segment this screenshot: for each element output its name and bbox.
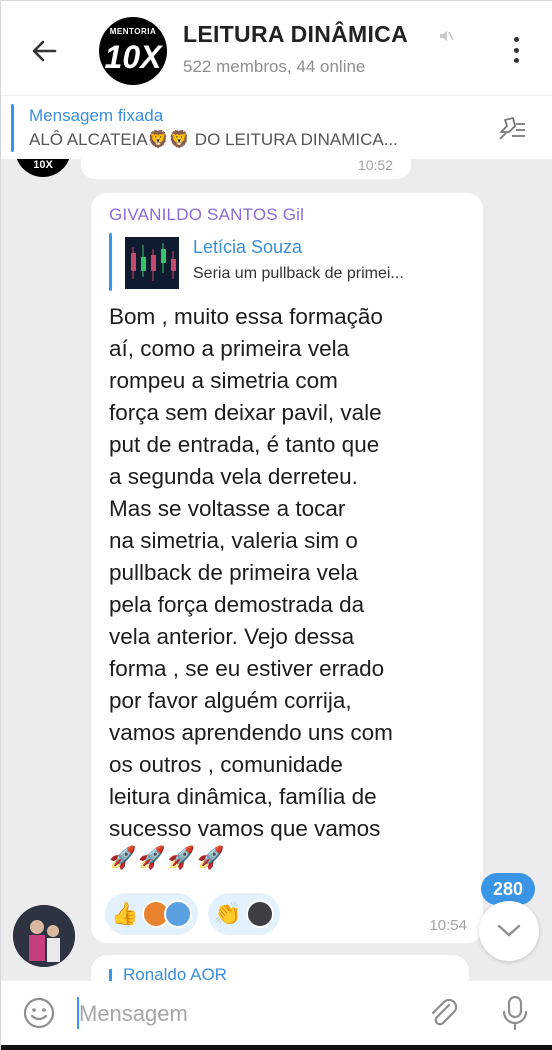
app-frame: MENTORIA 10X LEITURA DINÂMICA 522 membro…	[0, 0, 552, 1050]
reply-thumbnail	[125, 237, 179, 289]
previous-message-time: 10:52	[357, 159, 393, 173]
reaction-clap[interactable]: 👏	[208, 893, 280, 935]
reactions-row: 👍 👏	[105, 893, 280, 935]
pinned-title: Mensagem fixada	[29, 106, 164, 125]
message-rockets: 🚀🚀🚀🚀	[109, 845, 227, 870]
chevron-down-icon	[497, 924, 521, 937]
bottom-edge	[1, 1045, 552, 1050]
avatar-brand-top: MENTORIA	[109, 27, 157, 36]
microphone-icon[interactable]	[497, 993, 533, 1033]
reactor-avatar	[245, 900, 274, 928]
reactor-avatar	[164, 900, 193, 928]
next-reply-indicator	[109, 969, 112, 981]
reply-indicator	[109, 233, 112, 291]
reaction-thumbs-up[interactable]: 👍	[105, 893, 199, 935]
emoji-icon[interactable]	[21, 995, 57, 1031]
menu-dot-icon	[513, 47, 519, 53]
reply-preview[interactable]: Letícia Souza Seria um pullback de prime…	[109, 233, 469, 291]
mute-icon	[440, 31, 454, 41]
candlestick-chart-thumbnail	[125, 237, 179, 289]
back-button[interactable]	[21, 31, 67, 71]
group-avatar[interactable]: MENTORIA 10X	[99, 17, 167, 85]
chat-area[interactable]: 10X 10:52 GIVANILDO SANTOS Gil Letícia S…	[1, 159, 552, 981]
next-message-bubble[interactable]: Ronaldo AOR	[91, 955, 469, 981]
group-title[interactable]: LEITURA DINÂMICA	[183, 21, 408, 48]
message-input-bar	[1, 981, 552, 1045]
pin-list-icon[interactable]	[495, 112, 527, 144]
thumbs-up-icon: 👍	[111, 901, 139, 926]
menu-dot-icon	[513, 58, 519, 63]
more-menu-button[interactable]	[501, 33, 531, 67]
reply-author: Letícia Souza	[193, 237, 303, 257]
previous-message-bubble[interactable]: 10:52	[81, 159, 411, 179]
sender-avatar[interactable]	[13, 905, 75, 967]
message-time: 10:54	[429, 917, 467, 934]
message-input[interactable]	[79, 997, 399, 1031]
next-reply-author: Ronaldo AOR	[123, 965, 227, 981]
message-bubble[interactable]: GIVANILDO SANTOS Gil Letícia Souza Seria…	[91, 193, 483, 943]
previous-avatar-label: 10X	[33, 159, 53, 171]
avatar-brand-main: 10X	[104, 39, 162, 75]
arrow-left-icon	[32, 40, 57, 62]
pinned-indicator	[11, 104, 14, 152]
group-subtitle: 522 membros, 44 online	[183, 57, 366, 76]
reply-text: Seria um pullback de primei...	[193, 265, 404, 282]
person-photo-icon	[13, 905, 75, 967]
pinned-text: ALÔ ALCATEIA🦁🦁 DO LEITURA DINAMICA...	[29, 130, 398, 149]
scroll-down-button[interactable]	[479, 901, 539, 961]
paperclip-icon[interactable]	[425, 995, 461, 1031]
menu-dot-icon	[513, 37, 519, 42]
message-text: Bom , muito essa formação aí, como a pri…	[109, 304, 393, 841]
previous-sender-avatar[interactable]: 10X	[15, 159, 71, 177]
sender-name[interactable]: GIVANILDO SANTOS Gil	[109, 205, 304, 225]
chat-header: MENTORIA 10X LEITURA DINÂMICA 522 membro…	[1, 1, 552, 95]
pinned-message-bar[interactable]: Mensagem fixada ALÔ ALCATEIA🦁🦁 DO LEITUR…	[1, 95, 552, 159]
clap-icon: 👏	[214, 901, 242, 926]
